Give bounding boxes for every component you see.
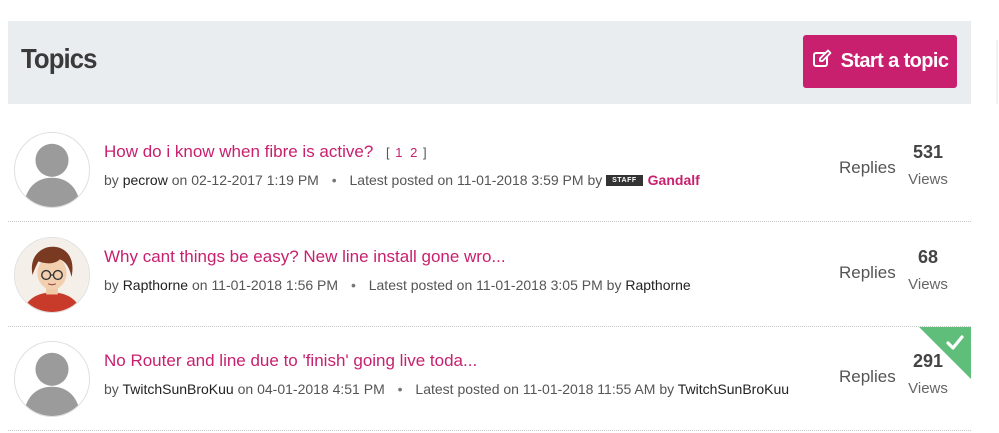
topic-subject[interactable]: How do i know when fibre is active? (104, 142, 373, 161)
topic-meta: by TwitchSunBroKuu on 04-01-2018 4:51 PM… (104, 381, 789, 397)
latest-label: Latest posted on (415, 381, 519, 397)
replies-label: Replies (839, 263, 896, 282)
topic-row: No Router and line due to 'finish' going… (8, 327, 971, 431)
latest-user-link[interactable]: TwitchSunBroKuu (678, 381, 789, 397)
topic-meta: by pecrow on 02-12-2017 1:19 PM • Latest… (104, 172, 700, 188)
page-title: Topics (21, 43, 98, 74)
latest-by-word: by (587, 172, 603, 188)
post-date: 02-12-2017 1:19 PM (191, 172, 319, 188)
separator: • (331, 172, 337, 188)
default-avatar-icon[interactable] (14, 341, 90, 417)
topic-meta: by Rapthorne on 11-01-2018 1:56 PM • Lat… (104, 277, 691, 293)
default-avatar-icon[interactable] (14, 132, 90, 208)
on-word: on (191, 277, 208, 293)
latest-user-link[interactable]: Gandalf (648, 172, 700, 188)
replies-label: Replies (839, 367, 896, 386)
separator: • (397, 381, 403, 397)
post-date: 11-01-2018 1:56 PM (211, 277, 339, 293)
topic-pages: [ 1 2 ] (386, 145, 427, 160)
on-word: on (171, 172, 188, 188)
page-link[interactable]: 2 (410, 145, 417, 160)
topic-row: How do i know when fibre is active? [ 1 … (8, 118, 971, 222)
latest-label: Latest posted on (349, 172, 454, 188)
topic-subject-link[interactable]: No Router and line due to 'finish' going… (104, 351, 477, 371)
start-topic-button[interactable]: Start a topic (803, 35, 957, 88)
scrollbar-edge (996, 40, 998, 104)
by-word: by (104, 277, 119, 293)
latest-user-link[interactable]: Rapthorne (625, 277, 690, 293)
latest-date: 11-01-2018 11:55 AM (522, 381, 656, 397)
views-label: Views (908, 380, 948, 397)
author-link[interactable]: pecrow (123, 172, 168, 188)
latest-by-word: by (659, 381, 675, 397)
topics-header: Topics Start a topic (8, 21, 971, 104)
views-count: 291 (912, 351, 944, 371)
start-topic-label: Start a topic (840, 50, 949, 72)
author-link[interactable]: TwitchSunBroKuu (122, 381, 233, 397)
topic-subject-link[interactable]: How do i know when fibre is active? [ 1 … (104, 142, 427, 162)
topic-row: Why cant things be easy? New line instal… (8, 223, 971, 327)
author-link[interactable]: Rapthorne (123, 277, 188, 293)
latest-by-word: by (606, 277, 622, 293)
staff-badge: STAFF (606, 174, 643, 186)
post-date: 04-01-2018 4:51 PM (257, 381, 385, 397)
views-label: Views (908, 171, 948, 188)
replies-label: Replies (839, 158, 896, 177)
page-link[interactable]: 1 (395, 145, 402, 160)
user-avatar[interactable] (14, 237, 90, 313)
views-count: 68 (917, 247, 939, 267)
views-count: 531 (912, 142, 944, 162)
topic-subject-link[interactable]: Why cant things be easy? New line instal… (104, 247, 506, 267)
by-word: by (104, 381, 119, 397)
latest-label: Latest posted on (368, 277, 473, 293)
latest-date: 11-01-2018 3:59 PM (456, 172, 584, 188)
edit-icon (812, 49, 832, 75)
by-word: by (104, 172, 119, 188)
latest-date: 11-01-2018 3:05 PM (476, 277, 603, 293)
views-label: Views (908, 276, 948, 293)
on-word: on (237, 381, 254, 397)
separator: • (350, 277, 356, 293)
